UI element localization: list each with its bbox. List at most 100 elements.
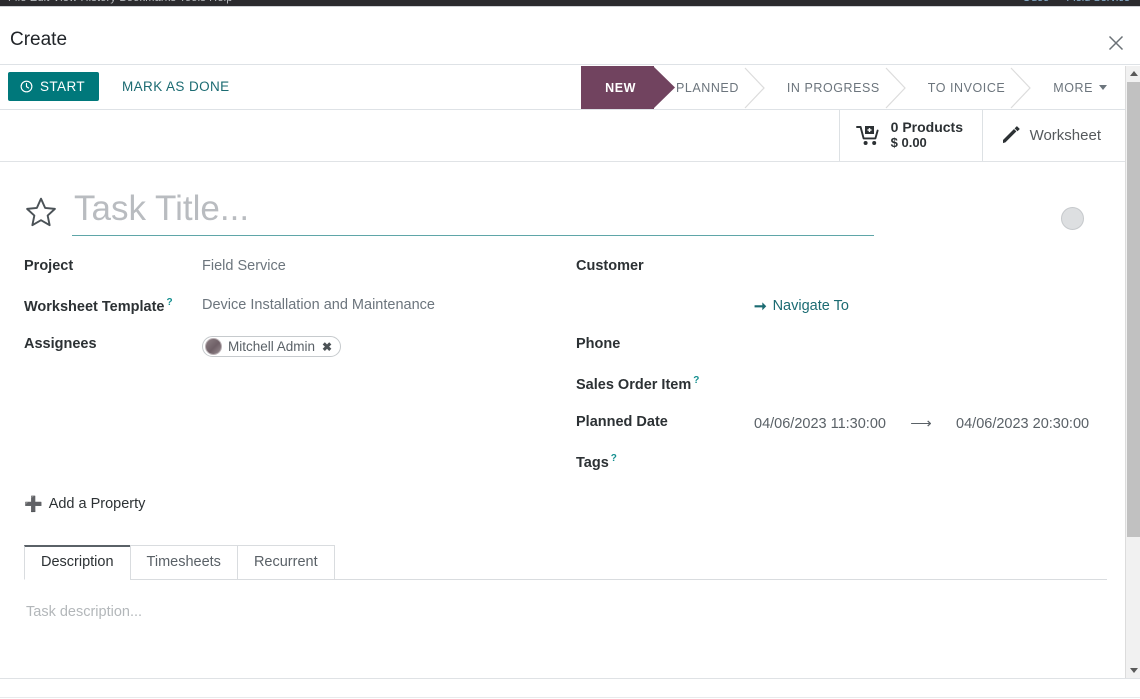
planned-date-end[interactable]: 04/06/2023 20:30:00 [956, 416, 1089, 432]
tab-recurrent-label: Recurrent [253, 554, 318, 570]
field-label-worksheet-template: Worksheet Template? [24, 294, 202, 315]
field-value-phone[interactable] [754, 333, 1116, 355]
field-label-planned-date: Planned Date [576, 414, 668, 430]
create-task-dialog: File Edit View History Bookmarks Tools H… [0, 0, 1140, 699]
task-description-input[interactable]: Task description... [26, 604, 1105, 620]
add-property-button[interactable]: ➕ Add a Property [24, 495, 145, 513]
field-assignees: Assignees Mitchell Admin ✖ [24, 333, 564, 372]
field-value-project[interactable]: Field Service [202, 255, 564, 277]
statusbar-label-new: NEW [605, 80, 636, 95]
scroll-down-arrow-icon[interactable] [1126, 663, 1140, 678]
statusbar-label-more: MORE [1053, 80, 1093, 95]
close-icon[interactable] [1102, 29, 1130, 57]
field-label-worksheet-template-text: Worksheet Template [24, 298, 165, 315]
field-value-customer[interactable] [754, 255, 1116, 277]
navigate-to-link[interactable]: ➞ Navigate To [754, 297, 849, 315]
scroll-up-arrow-icon[interactable] [1126, 66, 1140, 81]
form-group-right: Customer ➞ Navigate To Phone Sales Order… [576, 255, 1116, 489]
row-navigate-to: ➞ Navigate To [576, 294, 1116, 333]
field-label-tags-text: Tags [576, 454, 609, 471]
page-bottom-divider [0, 697, 1140, 698]
start-button[interactable]: START [8, 72, 100, 101]
dialog-title: Create [10, 29, 68, 50]
field-label-customer: Customer [576, 258, 644, 274]
kanban-state-circle[interactable] [1061, 207, 1084, 230]
browser-tab-text: Odoo — Field Service [1022, 0, 1130, 4]
field-value-navigate: ➞ Navigate To [754, 294, 1116, 316]
vertical-scrollbar[interactable] [1125, 66, 1140, 678]
form-group-left: Project Field Service Worksheet Template… [24, 255, 564, 372]
field-label-assignees: Assignees [24, 336, 97, 352]
task-title-input[interactable] [72, 189, 874, 236]
plus-icon: ➕ [24, 496, 43, 513]
field-tags: Tags? [576, 450, 1116, 489]
field-phone: Phone [576, 333, 1116, 372]
chevron-right-icon [744, 67, 765, 108]
field-label-project: Project [24, 258, 74, 274]
field-worksheet-template: Worksheet Template? Device Installation … [24, 294, 564, 333]
pencil-icon [1001, 125, 1020, 145]
statusbar-item-more[interactable]: MORE [1031, 66, 1117, 109]
field-value-planned-date: 04/06/2023 11:30:00 ⟶ 04/06/2023 20:30:0… [754, 411, 1116, 433]
field-value-assignees[interactable]: Mitchell Admin ✖ [202, 333, 564, 359]
statusbar-item-new[interactable]: NEW [581, 66, 675, 109]
tab-description[interactable]: Description [24, 545, 131, 580]
field-label-navigate-spacer [576, 294, 754, 297]
help-tooltip-icon[interactable]: ? [611, 453, 617, 464]
smart-button-worksheet[interactable]: Worksheet [981, 110, 1117, 161]
chevron-down-icon [1099, 85, 1107, 90]
smart-button-products[interactable]: 0 Products $ 0.00 [838, 110, 979, 161]
statusbar-item-planned[interactable]: PLANNED [654, 66, 765, 109]
field-value-worksheet-template[interactable]: Device Installation and Maintenance [202, 294, 564, 316]
help-tooltip-icon[interactable]: ? [166, 297, 172, 308]
assignee-tag-label: Mitchell Admin [228, 339, 316, 354]
field-label-tags: Tags? [576, 450, 754, 471]
mark-as-done-label: MARK AS DONE [122, 79, 230, 94]
tab-recurrent[interactable]: Recurrent [236, 545, 335, 580]
tab-timesheets-label: Timesheets [146, 554, 221, 570]
avatar [205, 338, 222, 355]
field-customer: Customer [576, 255, 1116, 294]
field-value-tags[interactable] [754, 450, 1116, 472]
assignee-tag[interactable]: Mitchell Admin ✖ [202, 336, 342, 357]
mark-as-done-button[interactable]: MARK AS DONE [113, 72, 239, 101]
statusbar-item-to-invoice[interactable]: TO INVOICE [906, 66, 1032, 109]
products-amount: $ 0.00 [890, 135, 927, 151]
date-range-arrow-icon: ⟶ [910, 415, 932, 432]
field-value-sales-order-item[interactable] [754, 372, 1116, 394]
field-label-sales-order-item-text: Sales Order Item [576, 376, 692, 393]
worksheet-label: Worksheet [1029, 127, 1101, 144]
smart-button-row: 0 Products $ 0.00 Worksheet [0, 110, 1125, 162]
notebook-body: Task description... [24, 580, 1107, 644]
field-label-sales-order-item: Sales Order Item? [576, 372, 754, 393]
tab-description-label: Description [41, 554, 114, 570]
statusbar-label-to-invoice: TO INVOICE [927, 80, 1006, 95]
statusbar: NEW PLANNED IN PROGRESS TO INVOICE MORE [581, 66, 1117, 109]
planned-date-start[interactable]: 04/06/2023 11:30:00 [754, 416, 886, 432]
browser-menu-text: File Edit View History Bookmarks Tools H… [8, 0, 233, 4]
scrollbar-thumb[interactable] [1127, 82, 1140, 537]
help-tooltip-icon[interactable]: ? [693, 375, 699, 386]
field-project: Project Field Service [24, 255, 564, 294]
notebook: Description Timesheets Recurrent Task de… [24, 545, 1107, 644]
products-count: 0 Products [890, 119, 963, 136]
dialog-header: Create [0, 7, 1140, 65]
navigate-to-label: Navigate To [772, 298, 849, 314]
sheet-bottom-divider [0, 678, 1140, 679]
star-outline-icon[interactable] [24, 195, 58, 229]
statusbar-label-planned: PLANNED [676, 80, 739, 95]
start-button-label: START [40, 79, 86, 94]
control-panel: START MARK AS DONE NEW PLANNED IN PROGRE… [0, 66, 1125, 110]
cart-plus-icon [855, 125, 879, 145]
notebook-tabs: Description Timesheets Recurrent [24, 545, 1107, 580]
remove-tag-icon[interactable]: ✖ [322, 340, 332, 354]
tab-timesheets[interactable]: Timesheets [129, 545, 238, 580]
statusbar-label-in-progress: IN PROGRESS [786, 80, 880, 95]
clock-icon [20, 80, 33, 93]
statusbar-item-in-progress[interactable]: IN PROGRESS [765, 66, 906, 109]
arrow-right-icon: ➞ [754, 298, 767, 315]
chevron-right-icon [1010, 67, 1032, 108]
add-property-label: Add a Property [48, 496, 146, 512]
form-sheet: Project Field Service Worksheet Template… [0, 163, 1125, 678]
field-sales-order-item: Sales Order Item? [576, 372, 1116, 411]
